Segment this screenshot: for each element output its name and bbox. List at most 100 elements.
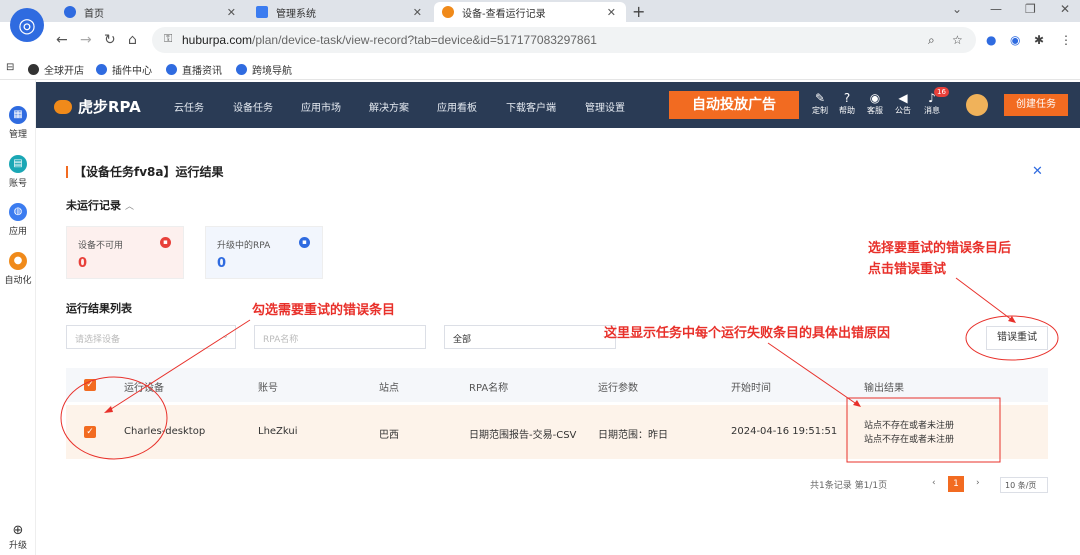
close-icon[interactable]: ✕ — [1032, 164, 1043, 179]
bookmark-item[interactable]: 插件中心 — [96, 62, 152, 77]
bookmark-star-icon[interactable]: ☆ — [952, 33, 963, 47]
upgrade-button[interactable]: ⊕ 升级 — [0, 523, 36, 551]
menu-icon[interactable]: ⋮ — [1060, 33, 1072, 47]
promo-banner[interactable]: 自动投放广告 — [669, 91, 799, 119]
list-title: 运行结果列表 — [66, 302, 132, 315]
page-current[interactable]: 1 — [948, 476, 964, 492]
service-icon: ◉ — [869, 91, 881, 105]
nav-device-task[interactable]: 设备任务 — [233, 99, 273, 114]
forward-icon[interactable]: → — [80, 32, 92, 48]
close-icon[interactable]: ✕ — [413, 6, 422, 19]
tab-home[interactable]: 首页 ✕ — [56, 2, 246, 22]
create-task-button[interactable]: 创建任务 — [1004, 94, 1068, 116]
brand-logo[interactable]: 虎步RPA — [54, 96, 141, 117]
device-select[interactable]: 请选择设备 ⌄ — [66, 325, 236, 349]
annotation-error-hint: 这里显示任务中每个运行失败条目的具体出错原因 — [604, 326, 891, 341]
select-all-checkbox[interactable]: ✓ — [84, 379, 96, 391]
sidebar-item-label: 自动化 — [4, 276, 32, 286]
upgrade-icon: ▪ — [299, 237, 310, 248]
app-header: 虎步RPA 云任务 设备任务 应用市场 解决方案 应用看板 下载客户端 管理设置… — [36, 82, 1080, 128]
window-close-icon[interactable]: ✕ — [1060, 2, 1070, 16]
close-icon[interactable]: ✕ — [227, 6, 236, 19]
site-favicon-icon — [256, 6, 268, 18]
sidebar-item-label: 账号 — [8, 179, 27, 189]
bookmark-item[interactable]: 全球开店 — [28, 62, 84, 77]
tab-admin[interactable]: 管理系统 ✕ — [248, 2, 432, 22]
section-title: 未运行记录 — [66, 199, 121, 212]
nav-app-market[interactable]: 应用市场 — [301, 99, 341, 114]
address-bar: ← → ↻ ⌂ ⚿ huburpa.com/plan/device-task/v… — [0, 22, 1080, 58]
chevron-down-icon: ⌄ — [221, 331, 229, 341]
extension-icon[interactable]: ● — [986, 33, 996, 47]
nav-solutions[interactable]: 解决方案 — [369, 99, 409, 114]
status-select[interactable]: 全部 ⌄ — [444, 325, 616, 349]
site-favicon-icon — [64, 6, 76, 18]
stat-label: 升级中的RPA — [217, 241, 271, 251]
table-row[interactable]: ✓ Charles-desktop LheZkui 巴西 日期范围报告-交易-C… — [66, 405, 1048, 459]
rpa-name-input[interactable]: RPA名称 — [254, 325, 426, 349]
next-page-icon[interactable]: › — [976, 478, 980, 488]
cell-account: LheZkui — [258, 426, 298, 437]
back-icon[interactable]: ← — [56, 32, 68, 48]
extension-icon[interactable]: ◉ — [1010, 33, 1020, 47]
close-icon[interactable]: ✕ — [607, 6, 616, 19]
side-nav: ▦ 管理 ▤ 账号 ◍ 应用 ● 自动化 — [0, 80, 36, 555]
url-field[interactable]: ⚿ huburpa.com/plan/device-task/view-reco… — [152, 27, 976, 53]
error-retry-button[interactable]: 错误重试 — [986, 326, 1048, 350]
tab-view-record[interactable]: 设备-查看运行记录 ✕ — [434, 2, 626, 22]
header-help[interactable]: ? 帮助 — [835, 91, 859, 116]
apps-icon[interactable]: ⊟ — [6, 62, 14, 73]
prev-page-icon[interactable]: ‹ — [932, 478, 936, 488]
row-checkbox[interactable]: ✓ — [84, 426, 96, 438]
stat-value: 0 — [78, 256, 88, 271]
header-custom[interactable]: ✎ 定制 — [808, 91, 832, 116]
output-line: 站点不存在或者未注册 — [864, 435, 955, 445]
select-value: 全部 — [453, 335, 472, 345]
zoom-icon[interactable]: ⌕ — [928, 33, 935, 48]
url-text: huburpa.com/plan/device-task/view-record… — [182, 33, 597, 47]
sidebar-item-label: 应用 — [8, 227, 27, 237]
header-announce[interactable]: ◀ 公告 — [891, 91, 915, 116]
restore-icon[interactable]: ❐ — [1025, 2, 1036, 16]
home-icon[interactable]: ⌂ — [128, 32, 137, 48]
site-info-icon[interactable]: ⚿ — [164, 32, 172, 46]
tiger-logo-icon — [54, 99, 72, 114]
extensions-puzzle-icon[interactable]: ✱ — [1034, 33, 1044, 47]
sidebar-item-account[interactable]: ▤ 账号 — [0, 155, 36, 189]
stat-value: 0 — [217, 256, 227, 271]
not-run-section-toggle[interactable]: 未运行记录 ︿ — [66, 197, 134, 213]
minimize-icon[interactable]: — — [990, 2, 1002, 16]
avatar[interactable] — [966, 94, 988, 116]
edit-icon: ✎ — [814, 91, 826, 105]
cell-params: 日期范围：昨日 — [598, 430, 668, 441]
select-placeholder: 请选择设备 — [75, 335, 121, 345]
cell-start-time: 2024-04-16 19:51:51 — [731, 426, 838, 437]
header-service[interactable]: ◉ 客服 — [863, 91, 887, 116]
message-count-badge: 16 — [934, 87, 949, 97]
nav-cloud-task[interactable]: 云任务 — [174, 99, 204, 114]
nav-download-client[interactable]: 下载客户端 — [506, 99, 556, 114]
cell-output: 站点不存在或者未注册 站点不存在或者未注册 — [864, 419, 954, 447]
globe-icon — [28, 64, 39, 75]
annotation-check-hint: 勾选需要重试的错误条目 — [252, 303, 396, 318]
main-content: 【设备任务fv8a】运行结果 ✕ 未运行记录 ︿ 设备不可用 ▪ 0 升级中的RP… — [36, 128, 1080, 555]
brand-name: 虎步RPA — [78, 98, 141, 116]
bookmark-favicon-icon — [166, 64, 177, 75]
nav-app-dashboard[interactable]: 应用看板 — [437, 99, 477, 114]
column-header: 输出结果 — [864, 383, 904, 394]
bookmark-item[interactable]: 跨境导航 — [236, 62, 292, 77]
column-header: 运行设备 — [124, 383, 164, 394]
tab-title: 管理系统 — [276, 8, 316, 20]
annotation-retry-hint: 点击错误重试 — [868, 262, 947, 277]
sidebar-item-app[interactable]: ◍ 应用 — [0, 203, 36, 237]
sidebar-item-manage[interactable]: ▦ 管理 — [0, 106, 36, 140]
page-title: 【设备任务fv8a】运行结果 — [66, 166, 224, 178]
table-header: ✓ 运行设备 账号 站点 RPA名称 运行参数 开始时间 输出结果 — [66, 368, 1048, 402]
tab-search-icon[interactable]: ⌄ — [952, 2, 962, 16]
new-tab-button[interactable]: + — [632, 2, 645, 21]
bookmark-item[interactable]: 直播资讯 — [166, 62, 222, 77]
nav-settings[interactable]: 管理设置 — [585, 99, 625, 114]
page-size-select[interactable]: 10 条/页 — [1000, 477, 1048, 493]
reload-icon[interactable]: ↻ — [104, 32, 116, 48]
sidebar-item-automation[interactable]: ● 自动化 — [0, 252, 36, 286]
